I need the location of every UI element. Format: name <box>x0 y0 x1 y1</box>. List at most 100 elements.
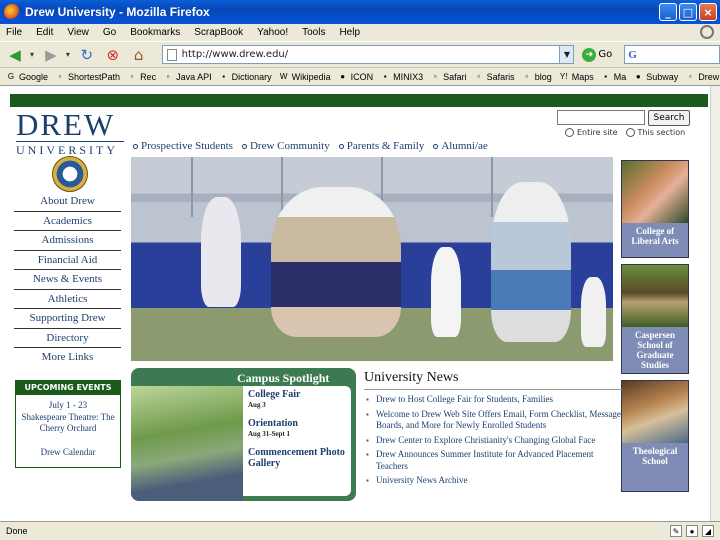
navigation-toolbar: ◀ ▾ ▶ ▾ ↻ ⊗ ⌂ http://www.drew.edu/ ▼ ➜ G… <box>0 41 720 67</box>
page-icon: ▫ <box>688 71 692 81</box>
drew-logo[interactable]: DREW UNIVERSITY <box>16 109 124 158</box>
spotlight-panel: College Fair Aug 3 Orientation Aug 31-Se… <box>243 386 351 496</box>
radio-this-section[interactable]: This section <box>625 128 685 137</box>
menu-tools[interactable]: Tools <box>302 27 325 38</box>
status-bar: Done ✎ ● ◢ <box>0 521 720 540</box>
minimize-button[interactable]: _ <box>659 3 677 21</box>
search-scope: Entire site This section <box>565 128 685 137</box>
icon-bookmark-icon: ● <box>340 71 346 81</box>
bookmark-drew[interactable]: ▫ Drew <box>685 72 719 82</box>
forward-dropdown-icon[interactable]: ▾ <box>66 50 72 59</box>
campus-spotlight: Campus Spotlight College Fair Aug 3 Orie… <box>131 368 356 501</box>
audience-parents-family[interactable]: Parents & Family <box>338 140 424 152</box>
left-nav: About Drew Academics Admissions Financia… <box>14 192 121 368</box>
radio-entire-site[interactable]: Entire site <box>565 128 618 137</box>
spotlight-item-title: Orientation <box>248 418 298 429</box>
page-icon: ▫ <box>433 71 437 81</box>
spotlight-item[interactable]: College Fair Aug 3 <box>248 389 351 410</box>
maximize-button[interactable]: □ <box>679 3 697 21</box>
spotlight-item[interactable]: Commencement Photo Gallery <box>248 447 351 469</box>
students-photo <box>622 161 688 223</box>
vertical-scrollbar[interactable] <box>710 86 720 522</box>
menu-bookmarks[interactable]: Bookmarks <box>130 27 180 38</box>
search-button[interactable]: Search <box>648 110 690 126</box>
tile-theological-school[interactable]: Theological School <box>621 380 689 492</box>
fencer-figure <box>431 247 461 337</box>
audience-drew-community[interactable]: Drew Community <box>241 140 330 152</box>
tile-label: Theological School <box>622 443 688 491</box>
bookmark-rec[interactable]: ▫ Rec <box>127 72 156 82</box>
search-engine-input[interactable]: G <box>624 45 720 64</box>
edit-icon[interactable]: ✎ <box>670 525 682 537</box>
spotlight-title: Campus Spotlight <box>237 371 330 385</box>
home-icon[interactable]: ⌂ <box>128 45 150 65</box>
nav-directory[interactable]: Directory <box>14 329 121 348</box>
adblock-icon[interactable]: ● <box>686 525 698 537</box>
bookmark-google[interactable]: G Google <box>6 72 48 82</box>
menu-scrapbook[interactable]: ScrapBook <box>194 27 243 38</box>
nav-about-drew[interactable]: About Drew <box>14 192 121 212</box>
bookmark-safaris[interactable]: ▫ Safaris <box>474 72 514 82</box>
audience-alumni[interactable]: Alumni/ae <box>433 140 488 152</box>
go-arrow-icon: ➜ <box>582 47 597 62</box>
page-icon <box>166 48 177 61</box>
bookmark-icon[interactable]: ● ICON <box>338 71 373 82</box>
tile-label: College of Liberal Arts <box>622 223 688 257</box>
mail-icon: ▪ <box>604 71 608 81</box>
resize-grip-icon[interactable]: ◢ <box>702 525 714 537</box>
url-bar[interactable]: http://www.drew.edu/ ▼ <box>161 45 575 64</box>
drew-calendar-link[interactable]: Drew Calendar <box>16 447 120 457</box>
close-button[interactable]: × <box>699 3 717 21</box>
page-icon: ▫ <box>166 71 170 81</box>
news-item[interactable]: Welcome to Drew Web Site Offers Email, F… <box>364 409 622 432</box>
audience-prospective-students[interactable]: Prospective Students <box>133 140 233 152</box>
tile-college-liberal-arts[interactable]: College of Liberal Arts <box>621 160 689 258</box>
bookmark-dictionary[interactable]: ▪ Dictionary <box>219 72 271 82</box>
back-arrow-icon[interactable]: ◀ <box>4 45 26 65</box>
event-description[interactable]: Shakespeare Theatre: The Cherry Orchard <box>16 412 120 434</box>
back-dropdown-icon[interactable]: ▾ <box>30 50 36 59</box>
bookmark-blog[interactable]: ▫ blog <box>522 72 551 82</box>
bookmark-wikipedia[interactable]: W Wikipedia <box>279 72 331 82</box>
bookmark-java-api[interactable]: ▫ Java API <box>163 72 212 82</box>
event-date[interactable]: July 1 - 23 <box>16 400 120 411</box>
events-header: UPCOMING EVENTS <box>16 381 120 395</box>
nav-news-events[interactable]: News & Events <box>14 270 121 290</box>
menu-yahoo[interactable]: Yahoo! <box>257 27 288 38</box>
reload-icon[interactable]: ↻ <box>76 45 98 65</box>
spotlight-item[interactable]: Orientation Aug 31-Sept 1 <box>248 418 351 439</box>
stop-icon[interactable]: ⊗ <box>102 45 124 65</box>
nav-financial-aid[interactable]: Financial Aid <box>14 251 121 270</box>
bookmark-ma[interactable]: ▪ Ma <box>601 71 626 82</box>
news-item[interactable]: Drew Center to Explore Christianity's Ch… <box>364 435 622 447</box>
minix-icon: ▪ <box>383 71 387 81</box>
news-item[interactable]: Drew Announces Summer Institute for Adva… <box>364 449 622 472</box>
university-news: University News Drew to Host College Fai… <box>364 370 622 490</box>
menu-file[interactable]: File <box>6 27 22 38</box>
google-icon: G <box>628 48 637 61</box>
menu-go[interactable]: Go <box>103 27 116 38</box>
nav-more-links[interactable]: More Links <box>14 348 121 368</box>
menu-help[interactable]: Help <box>339 27 360 38</box>
nav-athletics[interactable]: Athletics <box>14 290 121 309</box>
nav-supporting-drew[interactable]: Supporting Drew <box>14 309 121 329</box>
news-item[interactable]: Drew to Host College Fair for Students, … <box>364 394 622 406</box>
nav-academics[interactable]: Academics <box>14 212 121 231</box>
bookmark-shortestpath[interactable]: ▫ ShortestPath <box>55 72 120 82</box>
audience-nav: Prospective Students Drew Community Pare… <box>133 140 488 152</box>
news-archive-link[interactable]: University News Archive <box>364 475 622 487</box>
nav-admissions[interactable]: Admissions <box>14 231 121 251</box>
menu-view[interactable]: View <box>67 27 89 38</box>
menu-edit[interactable]: Edit <box>36 27 53 38</box>
forward-arrow-icon[interactable]: ▶ <box>40 45 62 65</box>
bookmark-maps[interactable]: Y! Maps <box>559 72 594 82</box>
bookmark-subway[interactable]: ● Subway <box>633 72 678 82</box>
firefox-icon <box>4 4 20 20</box>
url-dropdown-icon[interactable]: ▼ <box>559 46 574 63</box>
tile-caspersen-school[interactable]: Caspersen School of Graduate Studies <box>621 264 689 374</box>
go-button[interactable]: ➜ Go <box>582 47 612 62</box>
bookmark-minix3[interactable]: ▪ MINIX3 <box>380 72 423 82</box>
page-icon: ▫ <box>130 71 134 81</box>
site-search-input[interactable] <box>557 110 645 125</box>
bookmark-safari[interactable]: ▫ Safari <box>430 72 467 82</box>
